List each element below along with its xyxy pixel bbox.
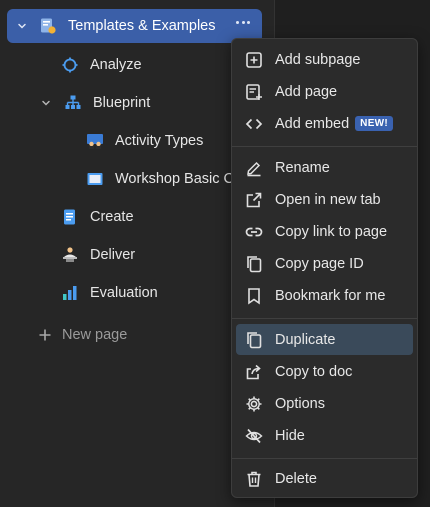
menu-item-duplicate[interactable]: Duplicate xyxy=(236,324,413,355)
plus-icon xyxy=(36,326,54,344)
window-icon xyxy=(86,170,104,188)
new-page-label: New page xyxy=(62,327,128,343)
external-link-icon xyxy=(244,190,264,210)
people-group-icon xyxy=(86,132,104,150)
sidebar-item-label: Templates & Examples xyxy=(68,18,216,34)
add-page-icon xyxy=(244,82,264,102)
menu-item-open-new-tab[interactable]: Open in new tab xyxy=(236,184,413,215)
menu-item-options[interactable]: Options xyxy=(236,388,413,419)
context-menu: Add subpage Add page Add embed NEW! Rena… xyxy=(231,38,418,498)
menu-item-label: Add page xyxy=(275,83,338,100)
link-icon xyxy=(244,222,264,242)
menu-item-rename[interactable]: Rename xyxy=(236,152,413,183)
sidebar-item-label: Analyze xyxy=(90,57,142,73)
delivery-person-icon xyxy=(61,246,79,264)
chevron-down-icon[interactable] xyxy=(15,19,29,33)
target-crosshair-icon xyxy=(61,56,79,74)
menu-item-copy-to-doc[interactable]: Copy to doc xyxy=(236,356,413,387)
menu-item-label: Open in new tab xyxy=(275,191,381,208)
menu-item-copy-page-id[interactable]: Copy page ID xyxy=(236,248,413,279)
more-options-icon[interactable] xyxy=(236,21,250,24)
menu-separator xyxy=(232,458,417,459)
sidebar-item-label: Create xyxy=(90,209,134,225)
menu-item-label: Hide xyxy=(275,427,305,444)
menu-item-label: Copy link to page xyxy=(275,223,388,240)
menu-item-delete[interactable]: Delete xyxy=(236,463,413,494)
code-brackets-icon xyxy=(244,114,264,134)
document-icon xyxy=(61,208,79,226)
duplicate-icon xyxy=(244,330,264,350)
doc-template-icon xyxy=(39,17,57,35)
eye-off-icon xyxy=(244,426,264,446)
sidebar-item-label: Blueprint xyxy=(93,95,151,111)
plus-square-icon xyxy=(244,50,264,70)
gear-icon xyxy=(244,394,264,414)
chevron-down-icon[interactable] xyxy=(39,96,53,110)
sidebar-item-label: Workshop Basic Concepts xyxy=(115,171,231,187)
sidebar-item-label: Activity Types xyxy=(115,133,204,149)
bookmark-icon xyxy=(244,286,264,306)
menu-item-label: Add embed xyxy=(275,115,350,132)
menu-item-hide[interactable]: Hide xyxy=(236,420,413,451)
menu-item-label: Rename xyxy=(275,159,330,176)
copy-icon xyxy=(244,254,264,274)
sidebar-item-label: Deliver xyxy=(90,247,136,263)
share-arrow-icon xyxy=(244,362,264,382)
sidebar-item-blueprint[interactable]: Blueprint xyxy=(7,86,262,120)
menu-item-add-embed[interactable]: Add embed NEW! xyxy=(236,108,413,139)
menu-item-label: Copy page ID xyxy=(275,255,364,272)
menu-item-bookmark[interactable]: Bookmark for me xyxy=(236,280,413,311)
new-badge: NEW! xyxy=(355,116,394,131)
menu-item-label: Add subpage xyxy=(275,51,361,68)
menu-item-add-page[interactable]: Add page xyxy=(236,76,413,107)
pencil-icon xyxy=(244,158,264,178)
sidebar-item-analyze[interactable]: Analyze xyxy=(7,48,262,82)
menu-separator xyxy=(232,146,417,147)
menu-item-label: Options xyxy=(275,395,325,412)
sidebar-item-deliver[interactable]: Deliver xyxy=(7,238,231,272)
new-page-button[interactable]: New page xyxy=(7,318,231,352)
sidebar-item-evaluation[interactable]: Evaluation xyxy=(7,276,231,310)
org-chart-icon xyxy=(64,94,82,112)
menu-item-label: Copy to doc xyxy=(275,363,353,380)
bar-chart-icon xyxy=(61,284,79,302)
sidebar-item-templates-examples[interactable]: Templates & Examples xyxy=(7,9,262,43)
sidebar-item-workshop-basic-concepts[interactable]: Workshop Basic Concepts xyxy=(7,162,231,196)
menu-item-add-subpage[interactable]: Add subpage xyxy=(236,44,413,75)
sidebar-item-create[interactable]: Create xyxy=(7,200,231,234)
menu-item-label: Bookmark for me xyxy=(275,287,386,304)
trash-icon xyxy=(244,469,264,489)
sidebar-item-activity-types[interactable]: Activity Types xyxy=(7,124,262,158)
menu-item-label: Delete xyxy=(275,470,317,487)
menu-item-label: Duplicate xyxy=(275,331,336,348)
menu-separator xyxy=(232,318,417,319)
menu-item-copy-link[interactable]: Copy link to page xyxy=(236,216,413,247)
sidebar-item-label: Evaluation xyxy=(90,285,158,301)
